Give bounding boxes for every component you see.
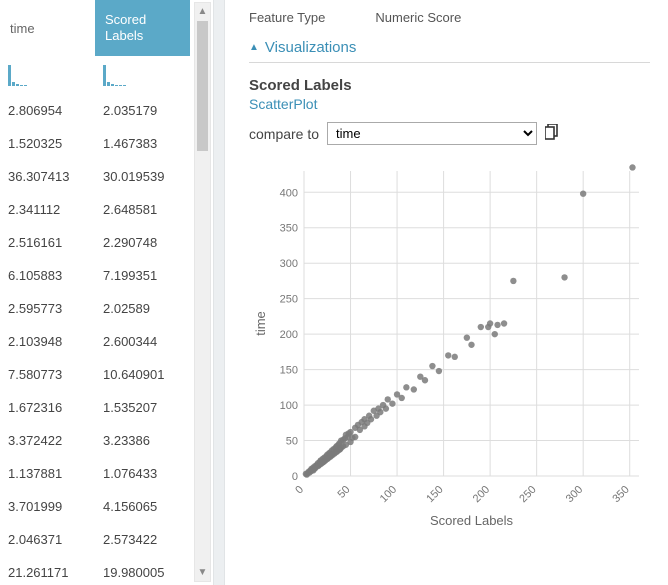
column-header-scored-labels[interactable]: Scored Labels: [95, 0, 190, 56]
table-row[interactable]: 2.1039482.600344: [0, 325, 213, 358]
scroll-up-button[interactable]: ▲: [195, 3, 210, 20]
numeric-score-label: Numeric Score: [375, 10, 461, 25]
cell-time: 2.341112: [0, 202, 95, 217]
cell-time: 36.307413: [0, 169, 95, 184]
table-row[interactable]: 1.5203251.467383: [0, 127, 213, 160]
cell-time: 2.046371: [0, 532, 95, 547]
cell-time: 7.580773: [0, 367, 95, 382]
cell-time: 2.806954: [0, 103, 95, 118]
table-row[interactable]: 2.5161612.290748: [0, 226, 213, 259]
svg-text:200: 200: [280, 329, 298, 341]
cell-time: 1.520325: [0, 136, 95, 151]
table-row[interactable]: 1.6723161.535207: [0, 391, 213, 424]
svg-text:350: 350: [280, 223, 298, 235]
compare-to-row: compare to time: [249, 122, 650, 145]
table-row[interactable]: 2.0463712.573422: [0, 523, 213, 556]
cell-time: 1.137881: [0, 466, 95, 481]
cell-scored: 3.23386: [95, 433, 190, 448]
table-row[interactable]: 6.1058837.199351: [0, 259, 213, 292]
svg-text:150: 150: [280, 365, 298, 377]
svg-text:250: 250: [280, 294, 298, 306]
cell-time: 2.103948: [0, 334, 95, 349]
cell-scored: 4.156065: [95, 499, 190, 514]
sparkline-time: [0, 64, 95, 86]
cell-time: 3.701999: [0, 499, 95, 514]
table-header-row: time Scored Labels: [0, 0, 213, 56]
cell-scored: 1.535207: [95, 400, 190, 415]
table-row[interactable]: 21.26117119.980005: [0, 556, 213, 585]
scatter-plot-svg: 0 50 100 150 200 250 300 350 400 0 50 100 150 200 250 3…: [249, 161, 649, 531]
cell-scored: 10.640901: [95, 367, 190, 382]
sparkline-scored: [95, 64, 190, 86]
svg-text:100: 100: [280, 400, 298, 412]
compare-to-label: compare to: [249, 126, 319, 142]
copy-icon[interactable]: [545, 124, 559, 143]
cell-time: 6.105883: [0, 268, 95, 283]
scroll-thumb[interactable]: [197, 21, 208, 151]
cell-scored: 7.199351: [95, 268, 190, 283]
cell-scored: 19.980005: [95, 565, 190, 580]
scatter-plot: 0 50 100 150 200 250 300 350 400 0 50 100 150 200 250 3…: [249, 161, 650, 577]
column-header-time[interactable]: time: [0, 0, 95, 56]
svg-text:0: 0: [292, 471, 298, 483]
svg-text:time: time: [253, 311, 268, 336]
vertical-scrollbar[interactable]: ▲ ▼: [194, 2, 211, 582]
table-body: 2.8069542.0351791.5203251.46738336.30741…: [0, 94, 213, 585]
cell-scored: 30.019539: [95, 169, 190, 184]
cell-scored: 2.573422: [95, 532, 190, 547]
svg-text:300: 300: [564, 484, 585, 505]
cell-scored: 2.290748: [95, 235, 190, 250]
svg-text:50: 50: [286, 436, 298, 448]
feature-type-label: Feature Type: [249, 10, 325, 25]
cell-time: 2.595773: [0, 301, 95, 316]
table-row[interactable]: 2.5957732.02589: [0, 292, 213, 325]
svg-text:200: 200: [471, 484, 492, 505]
cell-scored: 2.648581: [95, 202, 190, 217]
svg-text:50: 50: [336, 484, 353, 501]
pane-divider[interactable]: [213, 0, 225, 585]
column-header-label: Scored Labels: [105, 12, 180, 43]
table-row[interactable]: 1.1378811.076433: [0, 457, 213, 490]
meta-row: Feature Type Numeric Score: [249, 8, 650, 39]
cell-time: 2.516161: [0, 235, 95, 250]
scroll-down-button[interactable]: ▼: [195, 564, 210, 581]
sparkline-row: [0, 56, 213, 94]
collapse-triangle-icon: ▲: [249, 42, 259, 53]
cell-scored: 1.467383: [95, 136, 190, 151]
plot-type-link[interactable]: ScatterPlot: [249, 96, 650, 112]
visualizations-header-text: Visualizations: [265, 39, 356, 56]
svg-text:350: 350: [610, 484, 631, 505]
cell-scored: 2.035179: [95, 103, 190, 118]
cell-scored: 2.02589: [95, 301, 190, 316]
svg-text:150: 150: [424, 484, 445, 505]
table-row[interactable]: 2.8069542.035179: [0, 94, 213, 127]
cell-scored: 1.076433: [95, 466, 190, 481]
table-row[interactable]: 2.3411122.648581: [0, 193, 213, 226]
visualization-pane: Feature Type Numeric Score ▲ Visualizati…: [225, 0, 668, 585]
app-root: time Scored Labels: [0, 0, 668, 585]
compare-to-select[interactable]: time: [327, 122, 537, 145]
svg-text:400: 400: [280, 187, 298, 199]
cell-time: 21.261171: [0, 565, 95, 580]
table-row[interactable]: 36.30741330.019539: [0, 160, 213, 193]
table-row[interactable]: 3.3724223.23386: [0, 424, 213, 457]
data-table-pane: time Scored Labels: [0, 0, 213, 585]
column-header-label: time: [10, 21, 35, 36]
visualizations-section-header[interactable]: ▲ Visualizations: [249, 39, 650, 63]
chart-title: Scored Labels: [249, 77, 650, 94]
svg-text:250: 250: [517, 484, 538, 505]
table-row[interactable]: 7.58077310.640901: [0, 358, 213, 391]
svg-text:300: 300: [280, 258, 298, 270]
cell-time: 1.672316: [0, 400, 95, 415]
table-row[interactable]: 3.7019994.156065: [0, 490, 213, 523]
cell-scored: 2.600344: [95, 334, 190, 349]
svg-text:100: 100: [378, 484, 399, 505]
svg-text:Scored Labels: Scored Labels: [430, 513, 514, 528]
svg-text:0: 0: [293, 484, 306, 497]
cell-time: 3.372422: [0, 433, 95, 448]
